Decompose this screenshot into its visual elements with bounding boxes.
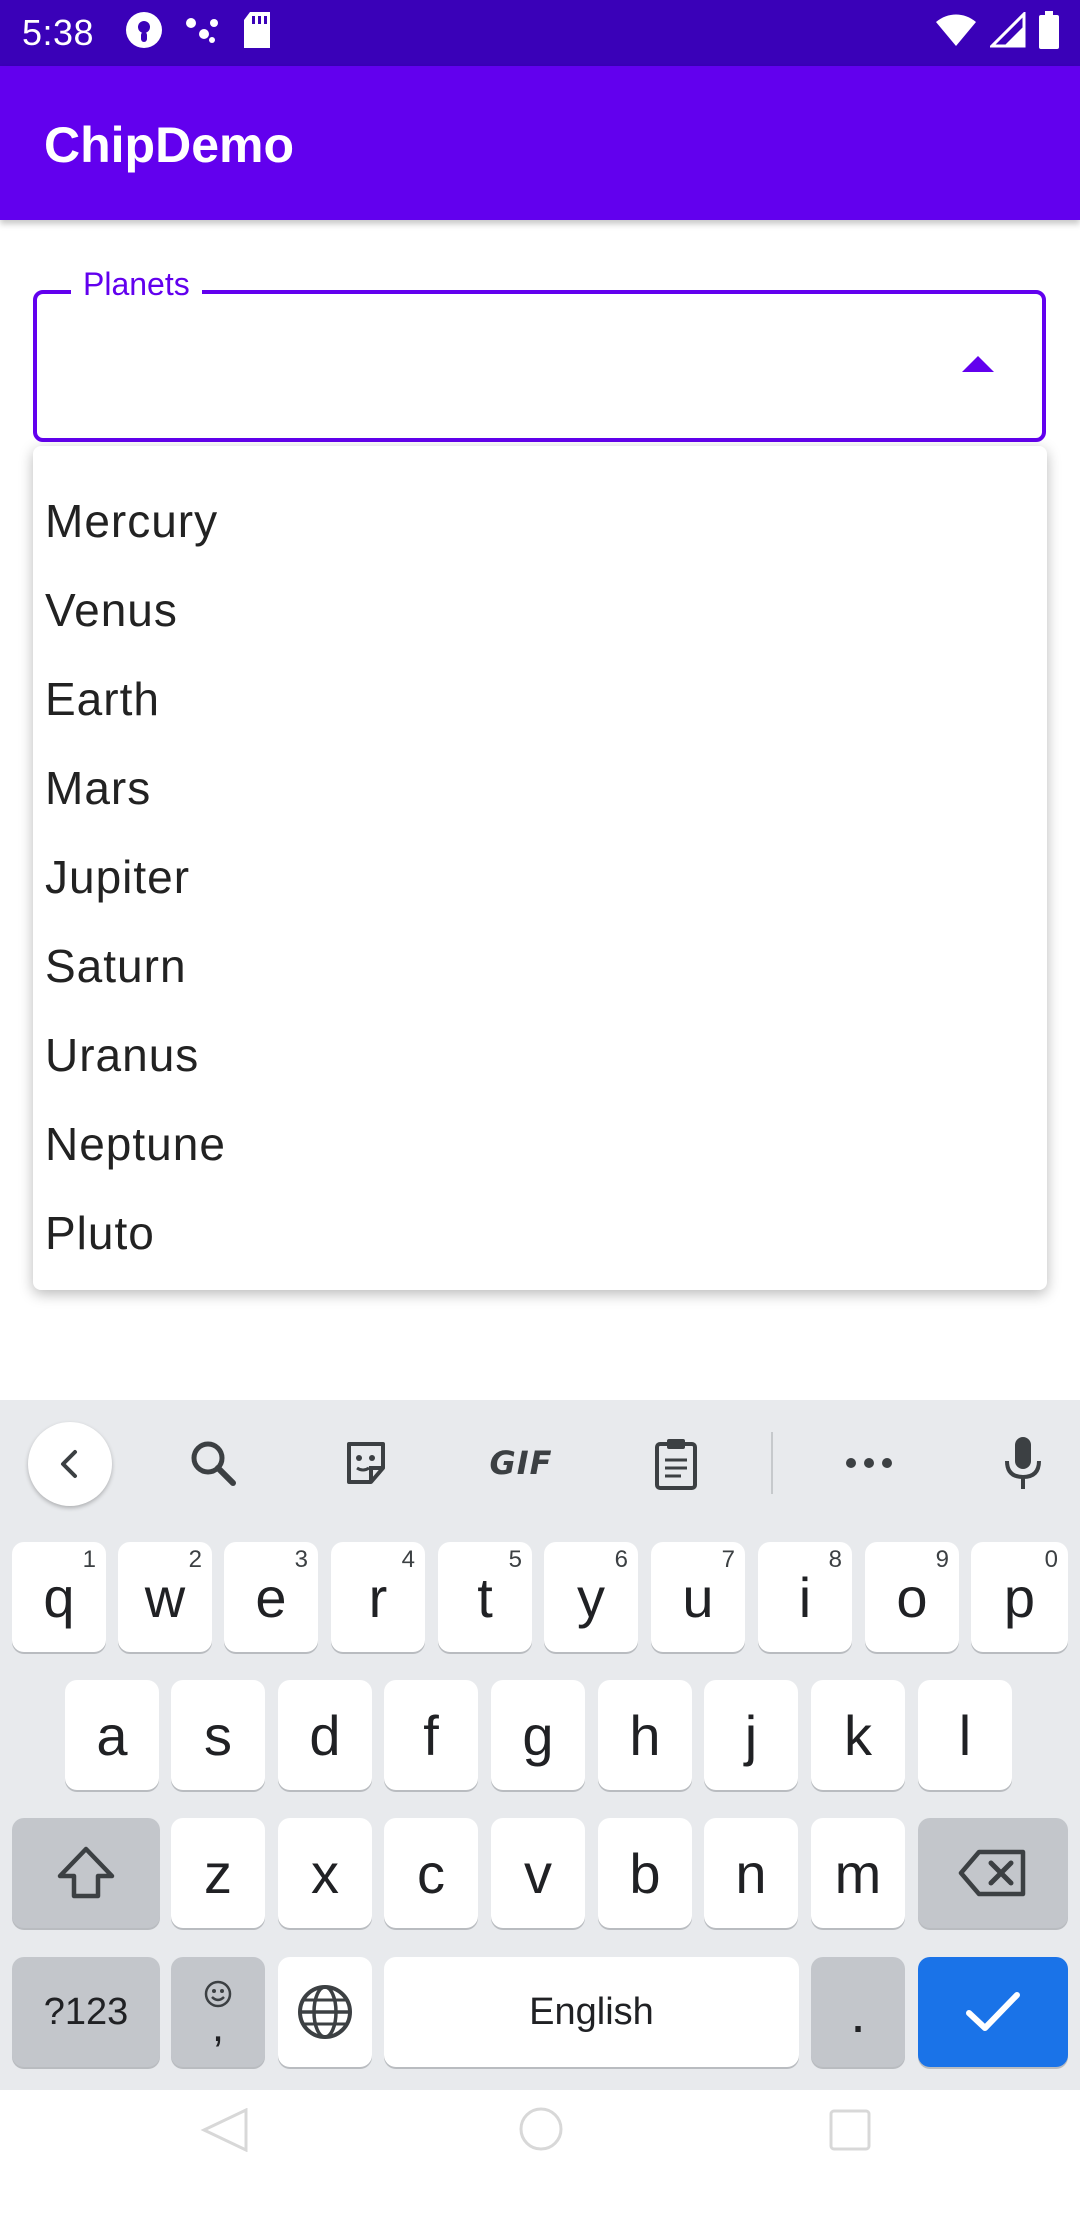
- key-v[interactable]: v: [491, 1818, 585, 1928]
- key-f[interactable]: f: [384, 1680, 478, 1790]
- keyboard-toolbar: GIF: [0, 1400, 1080, 1526]
- backspace-key[interactable]: [918, 1818, 1068, 1928]
- mic-icon[interactable]: [988, 1428, 1058, 1498]
- key-w[interactable]: w2: [118, 1542, 212, 1652]
- emoji-comma-key[interactable]: ,: [171, 1957, 265, 2067]
- menu-item-pluto[interactable]: Pluto: [33, 1188, 1047, 1277]
- back-icon[interactable]: [28, 1422, 112, 1506]
- key-hint: 4: [401, 1546, 415, 1573]
- key-b[interactable]: b: [598, 1818, 692, 1928]
- key-hint: 5: [508, 1546, 522, 1573]
- key-r[interactable]: r4: [331, 1542, 425, 1652]
- status-time: 5:38: [22, 12, 95, 53]
- signal-icon: [988, 9, 1026, 53]
- key-y[interactable]: y6: [544, 1542, 638, 1652]
- key-g[interactable]: g: [491, 1680, 585, 1790]
- checkmark-icon: [966, 1992, 1020, 2031]
- key-hint: 2: [188, 1546, 202, 1573]
- wifi-icon: [934, 12, 978, 53]
- key-l[interactable]: l: [918, 1680, 1012, 1790]
- backspace-icon: [958, 1849, 1026, 1897]
- key-k[interactable]: k: [811, 1680, 905, 1790]
- menu-item-neptune[interactable]: Neptune: [33, 1099, 1047, 1188]
- app-title: ChipDemo: [44, 117, 294, 173]
- nav-home-icon[interactable]: [518, 2106, 564, 2152]
- globe-icon: [298, 1985, 352, 2039]
- dropdown-arrow-up-icon[interactable]: [962, 356, 994, 372]
- key-n[interactable]: n: [704, 1818, 798, 1928]
- nav-recents-icon[interactable]: [828, 2108, 872, 2152]
- app-bar: ChipDemo: [0, 66, 1080, 220]
- comma-label: ,: [211, 2002, 225, 2051]
- key-x[interactable]: x: [278, 1818, 372, 1928]
- key-hint: 9: [935, 1546, 949, 1573]
- key-c[interactable]: c: [384, 1818, 478, 1928]
- enter-key[interactable]: [918, 1957, 1068, 2067]
- symbols-key[interactable]: ?123: [12, 1957, 160, 2067]
- key-hint: 3: [294, 1546, 308, 1573]
- key-a[interactable]: a: [65, 1680, 159, 1790]
- status-bar: 5:38: [0, 0, 1080, 66]
- clipboard-icon[interactable]: [641, 1428, 711, 1498]
- planets-dropdown-field[interactable]: Planets: [33, 266, 1046, 442]
- key-t[interactable]: t5: [438, 1542, 532, 1652]
- podcast-icon: [124, 10, 164, 55]
- key-hint: 6: [614, 1546, 628, 1573]
- gif-label: GIF: [489, 1444, 553, 1482]
- planets-dropdown-menu: Mercury Venus Earth Mars Jupiter Saturn …: [33, 446, 1047, 1290]
- key-hint: 1: [82, 1546, 96, 1573]
- key-q[interactable]: q1: [12, 1542, 106, 1652]
- menu-item-jupiter[interactable]: Jupiter: [33, 832, 1047, 921]
- menu-item-earth[interactable]: Earth: [33, 654, 1047, 743]
- key-s[interactable]: s: [171, 1680, 265, 1790]
- shift-key[interactable]: [12, 1818, 160, 1928]
- key-hint: 0: [1044, 1546, 1058, 1573]
- status-system-icons: [934, 9, 1060, 54]
- space-key[interactable]: English: [384, 1957, 799, 2067]
- key-j[interactable]: j: [704, 1680, 798, 1790]
- key-m[interactable]: m: [811, 1818, 905, 1928]
- key-h[interactable]: h: [598, 1680, 692, 1790]
- navigation-bar: [0, 2090, 1080, 2220]
- menu-item-mercury[interactable]: Mercury: [33, 476, 1047, 565]
- battery-icon: [1038, 10, 1060, 54]
- key-hint: 7: [721, 1546, 735, 1573]
- language-key[interactable]: [278, 1957, 372, 2067]
- gif-icon[interactable]: GIF: [483, 1428, 559, 1498]
- sticker-icon[interactable]: [331, 1428, 401, 1498]
- period-key[interactable]: .: [811, 1957, 905, 2067]
- search-icon[interactable]: [178, 1428, 248, 1498]
- key-o[interactable]: o9: [865, 1542, 959, 1652]
- planets-field-label: Planets: [71, 266, 202, 303]
- menu-item-mars[interactable]: Mars: [33, 743, 1047, 832]
- more-icon[interactable]: [834, 1428, 904, 1498]
- dots-icon: [182, 10, 222, 55]
- shift-icon: [57, 1846, 115, 1899]
- key-u[interactable]: u7: [651, 1542, 745, 1652]
- nav-back-icon[interactable]: [200, 2108, 250, 2152]
- sd-card-icon: [240, 10, 274, 55]
- status-notification-icons: [124, 10, 274, 55]
- soft-keyboard: GIF q1 w2 e3 r4 t5 y6 u7 i8 o9 p0 a s d …: [0, 1400, 1080, 2090]
- key-i[interactable]: i8: [758, 1542, 852, 1652]
- key-e[interactable]: e3: [224, 1542, 318, 1652]
- key-hint: 8: [828, 1546, 842, 1573]
- menu-item-venus[interactable]: Venus: [33, 565, 1047, 654]
- key-d[interactable]: d: [278, 1680, 372, 1790]
- menu-item-uranus[interactable]: Uranus: [33, 1010, 1047, 1099]
- key-p[interactable]: p0: [971, 1542, 1068, 1652]
- key-z[interactable]: z: [171, 1818, 265, 1928]
- menu-item-saturn[interactable]: Saturn: [33, 921, 1047, 1010]
- toolbar-divider: [771, 1432, 773, 1494]
